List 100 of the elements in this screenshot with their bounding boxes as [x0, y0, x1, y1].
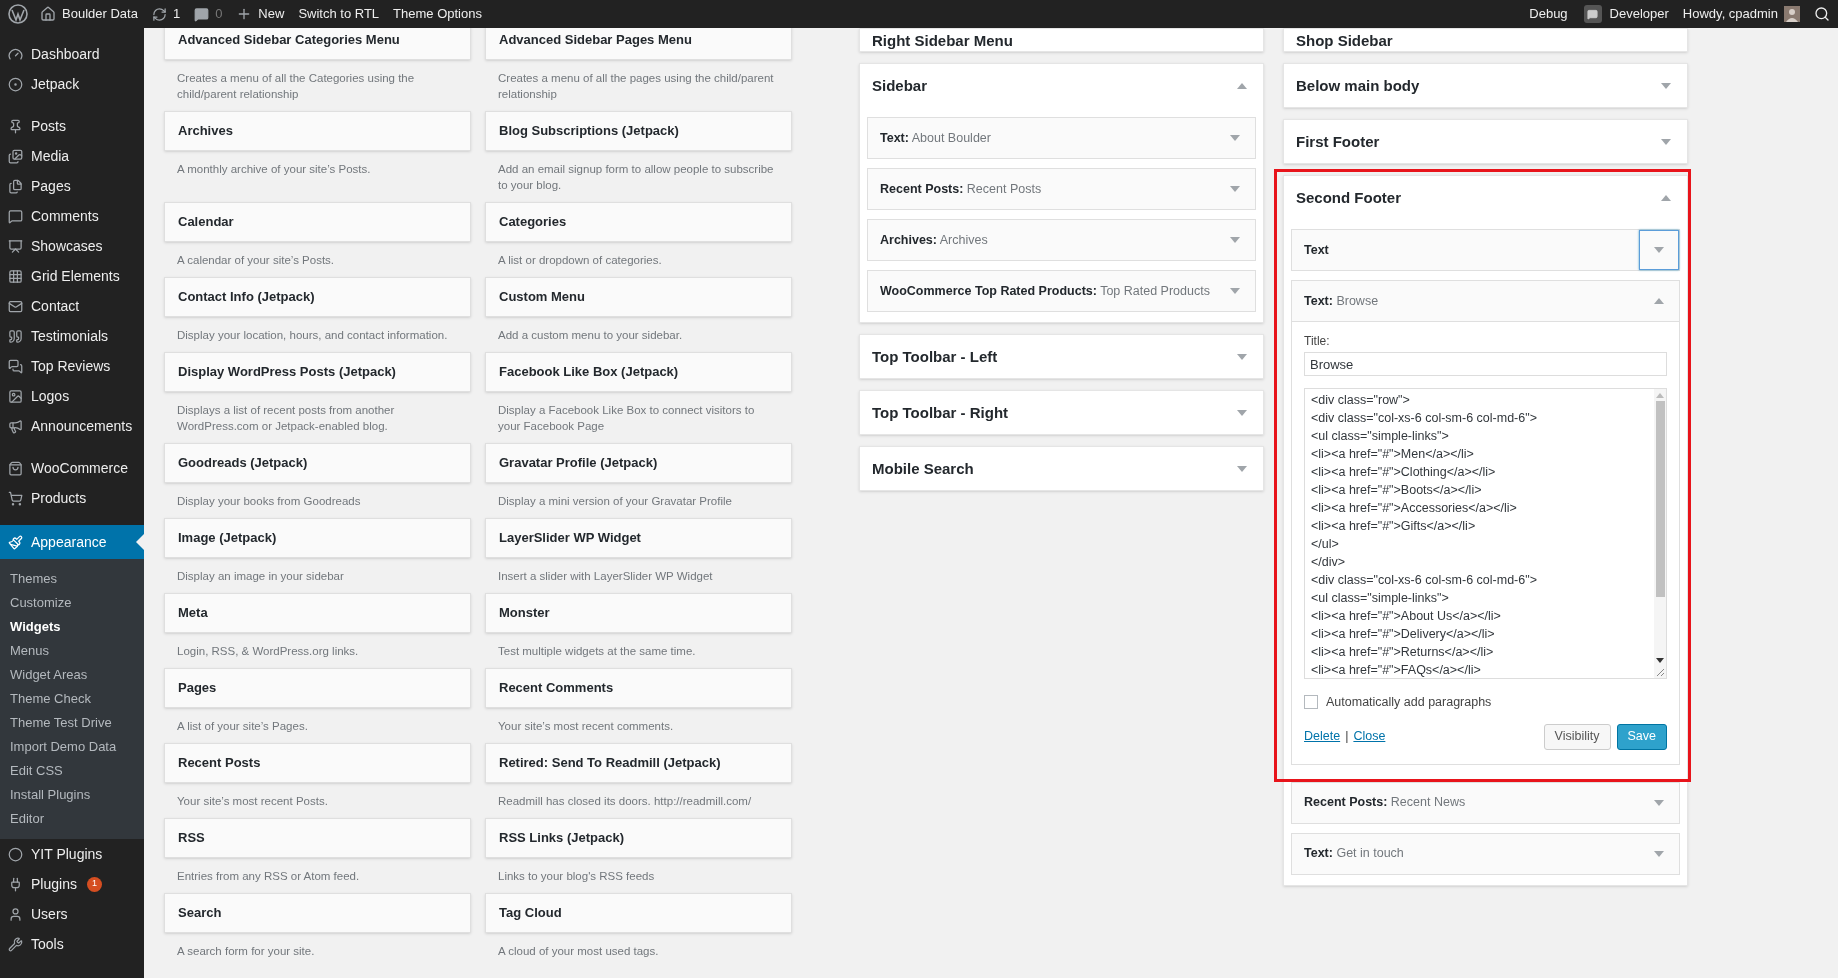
widget-tile[interactable]: Meta: [164, 593, 471, 633]
widget-area-title[interactable]: Sidebar: [872, 78, 1237, 93]
menu-item[interactable]: Showcases: [0, 231, 144, 261]
widget-tile[interactable]: Categories: [485, 202, 792, 242]
widget-tile[interactable]: Advanced Sidebar Categories Menu: [164, 28, 471, 60]
widget-tile[interactable]: Search: [164, 893, 471, 933]
submenu-item[interactable]: Widget Areas: [0, 663, 144, 687]
widget-tile[interactable]: Facebook Like Box (Jetpack): [485, 352, 792, 392]
widget-tile[interactable]: Monster: [485, 593, 792, 633]
checkbox[interactable]: [1304, 695, 1318, 710]
menu-item[interactable]: Products: [0, 483, 144, 513]
submenu-item[interactable]: Install Plugins: [0, 783, 144, 807]
widget-area-title[interactable]: First Footer: [1296, 134, 1661, 149]
widget-tile[interactable]: Display WordPress Posts (Jetpack): [164, 352, 471, 392]
content-text-area[interactable]: [1304, 388, 1667, 679]
menu-item[interactable]: Media: [0, 141, 144, 171]
menu-item[interactable]: Jetpack: [0, 69, 144, 99]
widget-tile[interactable]: Contact Info (Jetpack): [164, 277, 471, 317]
search-icon[interactable]: [1814, 6, 1830, 22]
comments-count[interactable]: 0: [215, 4, 223, 24]
admin-bar-link[interactable]: Switch to RTL: [298, 4, 380, 24]
widget-tile[interactable]: Recent Posts: [164, 743, 471, 783]
widget-tile[interactable]: Blog Subscriptions (Jetpack): [485, 111, 792, 151]
submenu-item[interactable]: Themes: [0, 567, 144, 591]
widget-area-title[interactable]: Second Footer: [1296, 190, 1661, 205]
menu-item[interactable]: Testimonials: [0, 321, 144, 351]
menu-item[interactable]: Posts: [0, 111, 144, 141]
submenu-item[interactable]: Editor: [0, 807, 144, 831]
caret-down-icon[interactable]: [1230, 237, 1240, 243]
widget-area-title[interactable]: Mobile Search: [872, 461, 1237, 476]
comments-icon[interactable]: [194, 6, 210, 22]
caret-down-icon[interactable]: [1654, 247, 1664, 253]
caret-down-icon[interactable]: [1237, 409, 1247, 416]
caret-down-icon[interactable]: [1661, 138, 1671, 145]
submenu-item[interactable]: Menus: [0, 639, 144, 663]
wordpress-logo-icon[interactable]: [8, 4, 28, 24]
updates-icon[interactable]: [151, 6, 167, 22]
widget-tile[interactable]: RSS: [164, 818, 471, 858]
resize-grip-icon[interactable]: [1656, 668, 1665, 677]
menu-item[interactable]: Logos: [0, 381, 144, 411]
menu-item[interactable]: Tools: [0, 929, 144, 959]
widget-tile[interactable]: Advanced Sidebar Pages Menu: [485, 28, 792, 60]
new-link[interactable]: New: [258, 4, 285, 24]
action-link[interactable]: Close: [1353, 727, 1386, 747]
menu-item[interactable]: Dashboard: [0, 39, 144, 69]
title-field[interactable]: Browse: [1304, 352, 1667, 376]
widget-tile[interactable]: LayerSlider WP Widget: [485, 518, 792, 558]
scroll-down-icon[interactable]: [1656, 658, 1664, 664]
visibility-button[interactable]: Visibility: [1543, 723, 1611, 750]
menu-item[interactable]: Announcements: [0, 411, 144, 441]
menu-item[interactable]: Appearance: [0, 525, 144, 559]
updates-count[interactable]: 1: [172, 4, 181, 24]
debug-link[interactable]: Debug: [1529, 4, 1568, 24]
menu-item[interactable]: Plugins 1: [0, 869, 144, 899]
notification-icon[interactable]: [1583, 5, 1602, 23]
caret-down-icon[interactable]: [1230, 288, 1240, 294]
widget-tile[interactable]: Retired: Send To Readmill (Jetpack): [485, 743, 792, 783]
widget-area-title[interactable]: Shop Sidebar: [1296, 32, 1671, 48]
caret-down-icon[interactable]: [1654, 799, 1664, 806]
avatar-icon[interactable]: [1784, 6, 1800, 22]
widget-tile[interactable]: Gravatar Profile (Jetpack): [485, 443, 792, 483]
widget-area-title[interactable]: Top Toolbar - Right: [872, 405, 1237, 420]
action-link[interactable]: Delete: [1304, 727, 1341, 747]
scroll-up-icon[interactable]: [1656, 392, 1664, 398]
caret-up-icon[interactable]: [1654, 298, 1664, 304]
submenu-item[interactable]: Import Demo Data: [0, 735, 144, 759]
caret-down-icon[interactable]: [1654, 850, 1664, 857]
widget-tile[interactable]: RSS Links (Jetpack): [485, 818, 792, 858]
caret-down-icon[interactable]: [1661, 82, 1671, 89]
widget-toggle[interactable]: [1639, 230, 1679, 270]
caret-up-icon[interactable]: [1237, 82, 1247, 89]
admin-bar-link[interactable]: Theme Options: [393, 4, 482, 24]
submenu-item[interactable]: Customize: [0, 591, 144, 615]
submenu-item[interactable]: Widgets: [0, 615, 144, 639]
menu-item[interactable]: Top Reviews: [0, 351, 144, 381]
widget-tile[interactable]: Calendar: [164, 202, 471, 242]
submenu-item[interactable]: Theme Check: [0, 687, 144, 711]
widget-tile[interactable]: Image (Jetpack): [164, 518, 471, 558]
widget-tile[interactable]: Goodreads (Jetpack): [164, 443, 471, 483]
menu-item[interactable]: Users: [0, 899, 144, 929]
caret-down-icon[interactable]: [1230, 135, 1240, 141]
widget-area-title[interactable]: Below main body: [1296, 78, 1661, 93]
menu-item[interactable]: Contact: [0, 291, 144, 321]
caret-down-icon[interactable]: [1237, 353, 1247, 360]
menu-item[interactable]: WooCommerce: [0, 453, 144, 483]
caret-down-icon[interactable]: [1230, 186, 1240, 192]
widget-tile[interactable]: Archives: [164, 111, 471, 151]
greeting-link[interactable]: Howdy, cpadmin: [1682, 4, 1778, 24]
caret-up-icon[interactable]: [1661, 194, 1671, 201]
menu-item[interactable]: YIT Plugins: [0, 839, 144, 869]
menu-item[interactable]: Pages: [0, 171, 144, 201]
widget-tile[interactable]: Tag Cloud: [485, 893, 792, 933]
widget-area-title[interactable]: Right Sidebar Menu: [872, 32, 1247, 48]
widget-tile[interactable]: Recent Comments: [485, 668, 792, 708]
submenu-item[interactable]: Edit CSS: [0, 759, 144, 783]
menu-item[interactable]: Grid Elements: [0, 261, 144, 291]
caret-down-icon[interactable]: [1237, 465, 1247, 472]
home-icon[interactable]: [40, 6, 56, 22]
widget-tile[interactable]: Custom Menu: [485, 277, 792, 317]
widget-tile[interactable]: Pages: [164, 668, 471, 708]
